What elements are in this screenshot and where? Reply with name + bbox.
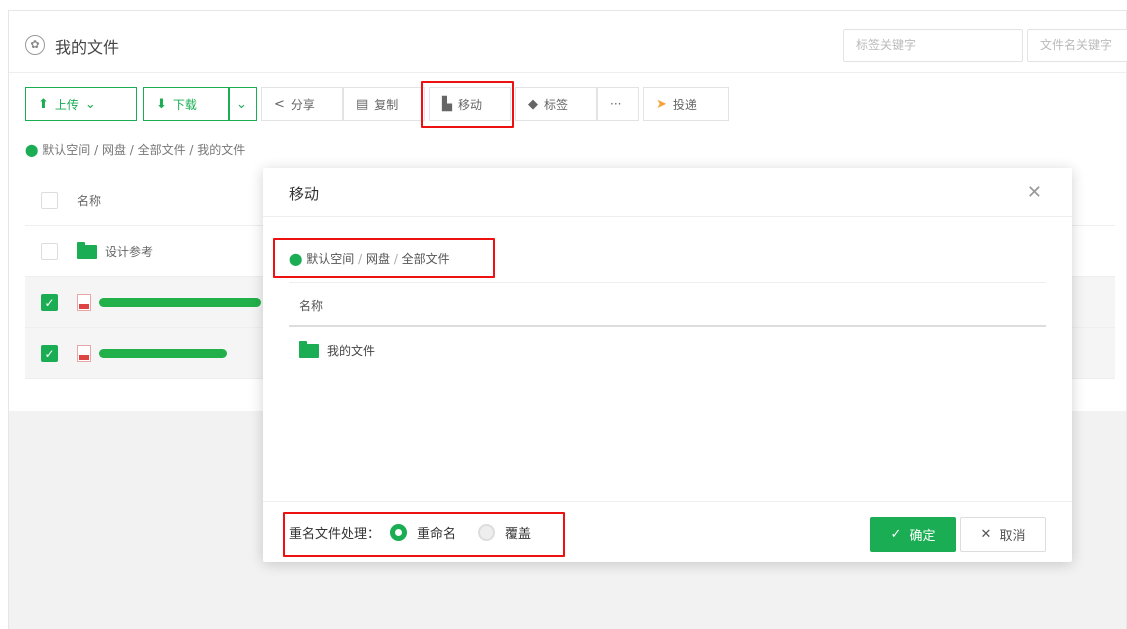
tag-search-input[interactable]: 标签关键字 [843, 29, 1023, 62]
page-title: 我的文件 [55, 38, 120, 57]
row-checkbox[interactable] [41, 243, 58, 260]
pdf-file-icon [77, 294, 91, 311]
dialog-header: 移动 ✕ [263, 168, 1072, 217]
column-name-header: 名称 [77, 194, 102, 208]
chevron-down-icon: ⌄ [236, 96, 247, 112]
share-button[interactable]: < 分享 [261, 87, 343, 121]
download-button[interactable]: ⬇ 下载 [143, 87, 229, 121]
row-checkbox[interactable]: ✓ [41, 294, 58, 311]
filename-search-input[interactable]: 文件名关键字 [1027, 29, 1127, 62]
redacted-file-name [99, 298, 261, 307]
file-name[interactable]: 设计参考 [105, 243, 153, 260]
highlight-move-button [421, 81, 514, 128]
folder-icon [77, 241, 97, 259]
more-button[interactable]: ··· [597, 87, 639, 121]
download-icon: ⬇ [156, 96, 167, 112]
cancel-button[interactable]: ✕ 取消 [960, 517, 1046, 552]
close-icon: ✕ [980, 527, 992, 542]
upload-icon: ⬆ [38, 96, 49, 112]
dialog-title: 移动 [289, 185, 320, 203]
folder-name[interactable]: 我的文件 [327, 342, 375, 359]
share-icon: < [274, 96, 285, 112]
chevron-down-icon: ⌄ [84, 96, 96, 112]
paper-plane-icon: ➤ [656, 96, 667, 112]
copy-button[interactable]: ▤ 复制 [343, 87, 425, 121]
close-icon[interactable]: ✕ [1027, 182, 1042, 203]
header: ✿ 我的文件 标签关键字 文件名关键字 [9, 11, 1127, 73]
copy-icon: ▤ [356, 96, 369, 112]
tag-button[interactable]: ◆ 标签 [515, 87, 597, 121]
logo-icon: ✿ [25, 35, 45, 55]
pdf-file-icon [77, 345, 91, 362]
breadcrumb: ⬤ 默认空间 / 网盘 / 全部文件 / 我的文件 [25, 143, 246, 157]
location-pin-icon: ⬤ [25, 143, 39, 157]
confirm-button[interactable]: ✓ 确定 [870, 517, 956, 552]
tag-icon: ◆ [528, 96, 538, 112]
move-dialog: 移动 ✕ ⬤ 默认空间 / 网盘 / 全部文件 名称 我的文件 重名文件处理： … [263, 168, 1072, 562]
select-all-checkbox[interactable] [41, 192, 58, 209]
check-icon: ✓ [890, 527, 902, 542]
deliver-button[interactable]: ➤ 投递 [643, 87, 729, 121]
list-item[interactable]: 我的文件 [299, 340, 375, 359]
upload-button[interactable]: ⬆ 上传 ⌄ [25, 87, 137, 121]
download-dropdown-button[interactable]: ⌄ [229, 87, 257, 121]
folder-icon [299, 340, 319, 358]
highlight-rename-options [283, 512, 565, 557]
column-name-header: 名称 [299, 299, 324, 313]
redacted-file-name [99, 349, 227, 358]
row-checkbox[interactable]: ✓ [41, 345, 58, 362]
highlight-dialog-path [273, 238, 495, 278]
